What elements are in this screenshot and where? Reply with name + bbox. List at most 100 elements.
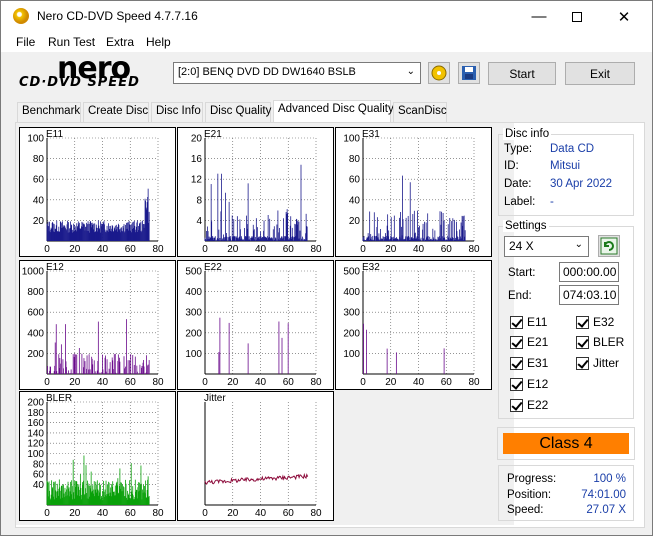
position-label: Position: (507, 489, 552, 501)
x-tick-label: 60 (283, 377, 295, 388)
drive-select[interactable]: [2:0] BENQ DVD DD DW1640 BSLB ⌄ (173, 62, 421, 84)
y-tick-label: 40 (33, 195, 45, 206)
progress-label: Progress: (507, 473, 557, 485)
checkbox-e32[interactable]: E32 (576, 315, 614, 329)
chart-title: E31 (362, 129, 380, 140)
checkbox-e11[interactable]: E11 (510, 315, 547, 329)
disc-date-value: 30 Apr 2022 (550, 178, 613, 190)
chart-jitter-svg: Jitter 0 20 40 60 80 (202, 393, 322, 519)
x-tick-label: 0 (44, 508, 50, 519)
x-tick-label: 60 (441, 377, 453, 388)
y-tick-label: 200 (343, 328, 360, 339)
checkbox-bler-label: BLER (593, 335, 625, 349)
y-tick-label: 80 (349, 154, 361, 165)
y-tick-label: 60 (33, 470, 45, 481)
refresh-icon (600, 237, 618, 255)
y-tick-label: 12 (191, 175, 203, 186)
x-tick-label: 20 (385, 244, 397, 255)
y-tick-label: 4 (196, 216, 202, 227)
x-tick-label: 20 (69, 244, 81, 255)
x-tick-label: 40 (97, 377, 109, 388)
y-tick-label: 60 (349, 175, 361, 186)
y-tick-label: 16 (191, 154, 203, 165)
y-tick-label: 20 (191, 134, 203, 145)
disc-eject-button[interactable] (428, 62, 450, 84)
nero-app-icon (13, 8, 29, 24)
chevron-down-icon: ⌄ (574, 239, 583, 250)
x-tick-label: 60 (125, 377, 137, 388)
class-badge: Class 4 (503, 433, 629, 454)
position-value: 74:01.00 (581, 489, 626, 501)
checkbox-checked-icon (576, 315, 589, 329)
disc-type-label: Type: (504, 143, 533, 155)
x-tick-label: 80 (152, 377, 164, 388)
disc-label-label: Label: (504, 196, 536, 208)
disc-icon (431, 65, 447, 81)
checkbox-e21[interactable]: E21 (510, 335, 548, 349)
menu-help[interactable]: Help (146, 35, 171, 49)
checkbox-e31[interactable]: E31 (510, 356, 548, 370)
checkbox-checked-icon (576, 335, 589, 349)
exit-button[interactable]: Exit (565, 62, 635, 85)
checkbox-e31-label: E31 (527, 356, 549, 370)
checkbox-jitter-label: Jitter (593, 356, 620, 370)
refresh-button[interactable] (598, 235, 620, 257)
menu-bar: File Run Test Extra Help (1, 32, 652, 52)
y-tick-label: 80 (33, 154, 45, 165)
y-tick-label: 60 (33, 175, 45, 186)
speed-label: Speed: (507, 504, 544, 516)
y-tick-label: 200 (27, 349, 44, 360)
checkbox-e22-label: E22 (527, 398, 549, 412)
end-time-input[interactable]: 074:03.10 (559, 285, 619, 305)
checkbox-checked-icon (510, 335, 523, 349)
menu-extra[interactable]: Extra (106, 35, 134, 49)
x-tick-label: 20 (227, 508, 239, 519)
y-tick-label: 40 (33, 480, 45, 491)
speed-value: 27.07 X (586, 504, 626, 516)
tab-scandisc[interactable]: ScanDisc (393, 102, 447, 122)
x-tick-label: 80 (152, 244, 164, 255)
start-button[interactable]: Start (488, 62, 556, 85)
speed-select[interactable]: 24 X ⌄ (504, 236, 589, 257)
end-time-label: End: (508, 290, 532, 302)
checkbox-e22[interactable]: E22 (510, 398, 548, 412)
checkbox-e12[interactable]: E12 (510, 377, 548, 391)
chart-title: E21 (204, 129, 222, 140)
x-tick-label: 0 (202, 377, 208, 388)
disc-label-value: - (550, 196, 554, 208)
chart-e12: E12 0 20 40 60 80 200 400 600 800 1000 (19, 260, 176, 390)
save-button[interactable] (458, 62, 480, 84)
chart-e31: E31 0 20 40 60 80 20 40 60 80 100 (335, 127, 492, 257)
checkbox-checked-icon (510, 315, 523, 329)
maximize-button[interactable] (554, 1, 600, 32)
tab-advanced-disc-quality[interactable]: Advanced Disc Quality (273, 100, 394, 123)
x-tick-label: 80 (310, 377, 322, 388)
tab-disc-info[interactable]: Disc Info (151, 102, 203, 122)
y-tick-label: 140 (27, 428, 44, 439)
y-tick-label: 500 (185, 267, 202, 278)
checkbox-jitter[interactable]: Jitter (576, 356, 619, 370)
checkbox-checked-icon (510, 377, 523, 391)
y-tick-label: 120 (27, 439, 44, 450)
x-tick-label: 20 (227, 377, 239, 388)
menu-file[interactable]: File (16, 35, 35, 49)
x-tick-label: 20 (227, 244, 239, 255)
title-bar: Nero CD-DVD Speed 4.7.7.16 — ✕ (1, 1, 652, 32)
tab-create-disc[interactable]: Create Disc (83, 102, 149, 122)
drive-select-value: [2:0] BENQ DVD DD DW1640 BSLB (178, 66, 356, 78)
tab-benchmark[interactable]: Benchmark (17, 102, 81, 122)
checkbox-bler[interactable]: BLER (576, 335, 624, 349)
chart-e32: E32 0 20 40 60 80 100 200 300 400 500 (335, 260, 492, 390)
chart-title: Jitter (204, 393, 226, 404)
cd-dvd-speed-logo: CD·DVD SPEED (19, 75, 140, 90)
disc-id-value: Mitsui (550, 160, 581, 172)
tab-disc-quality[interactable]: Disc Quality (205, 102, 271, 122)
start-time-input[interactable]: 000:00.00 (559, 262, 619, 282)
y-tick-label: 200 (185, 328, 202, 339)
menu-run-test[interactable]: Run Test (48, 35, 95, 49)
close-button[interactable]: ✕ (601, 1, 647, 32)
window-title: Nero CD-DVD Speed 4.7.7.16 (37, 9, 198, 23)
x-tick-label: 40 (255, 508, 267, 519)
y-tick-label: 160 (27, 418, 44, 429)
save-icon (462, 66, 476, 80)
